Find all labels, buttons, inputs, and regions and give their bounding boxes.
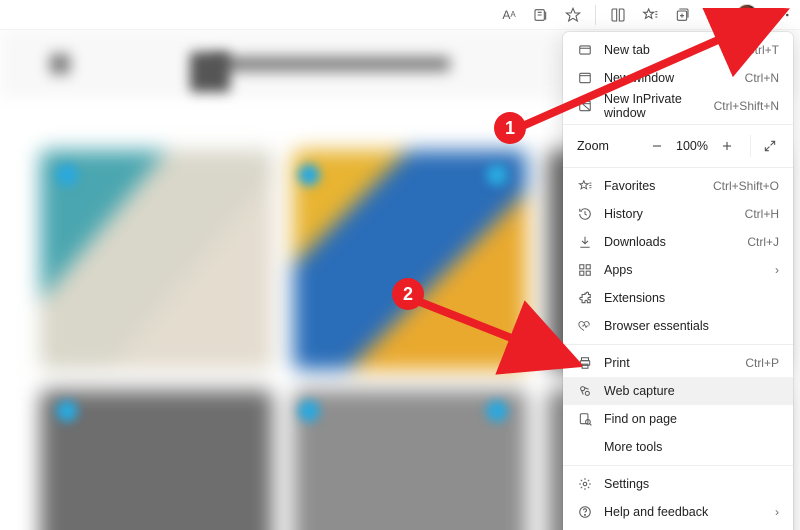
immersive-reader-icon[interactable] (531, 5, 551, 25)
menu-help-feedback[interactable]: Help and feedback › (563, 498, 793, 526)
menu-more-tools[interactable]: More tools (563, 433, 793, 461)
chevron-right-icon: › (775, 505, 779, 519)
menu-label: New InPrivate window (604, 92, 703, 120)
menu-shortcut: Ctrl+Shift+N (714, 99, 779, 113)
menu-history[interactable]: History Ctrl+H (563, 200, 793, 228)
reading-view-icon[interactable] (608, 5, 628, 25)
menu-favorites[interactable]: Favorites Ctrl+Shift+O (563, 172, 793, 200)
menu-shortcut: Ctrl+H (745, 207, 779, 221)
gear-icon (577, 476, 593, 492)
menu-shortcut: Ctrl+T (746, 43, 779, 57)
menu-label: Favorites (604, 179, 702, 193)
menu-separator (563, 344, 793, 345)
menu-extensions[interactable]: Extensions (563, 284, 793, 312)
favorite-star-icon[interactable] (563, 5, 583, 25)
zoom-value: 100% (674, 139, 710, 153)
tab-icon (577, 42, 593, 58)
apps-icon (577, 262, 593, 278)
edge-settings-menu: New tab Ctrl+T New window Ctrl+N New InP… (563, 32, 793, 530)
menu-downloads[interactable]: Downloads Ctrl+J (563, 228, 793, 256)
divider (750, 135, 751, 157)
menu-label: Apps (604, 263, 764, 277)
menu-label: Downloads (604, 235, 736, 249)
menu-zoom-row: Zoom 100% (563, 129, 793, 163)
capture-icon (577, 383, 593, 399)
menu-shortcut: Ctrl+Shift+O (713, 179, 779, 193)
menu-shortcut: Ctrl+N (745, 71, 779, 85)
chevron-right-icon: › (775, 263, 779, 277)
menu-label: Web capture (604, 384, 779, 398)
collections-icon[interactable] (672, 5, 692, 25)
menu-label: New window (604, 71, 734, 85)
menu-new-inprivate[interactable]: New InPrivate window Ctrl+Shift+N (563, 92, 793, 120)
inprivate-icon (577, 98, 593, 114)
performance-icon[interactable] (704, 5, 724, 25)
menu-label: Browser essentials (604, 319, 779, 333)
menu-new-tab[interactable]: New tab Ctrl+T (563, 36, 793, 64)
browser-toolbar: AA (0, 0, 800, 30)
clock-icon (577, 206, 593, 222)
favorites-list-icon[interactable] (640, 5, 660, 25)
zoom-in-button[interactable] (714, 133, 740, 159)
settings-and-more-button[interactable] (770, 3, 794, 27)
menu-label: Extensions (604, 291, 779, 305)
heartbeat-icon (577, 318, 593, 334)
menu-settings[interactable]: Settings (563, 470, 793, 498)
menu-label: Settings (604, 477, 779, 491)
zoom-out-button[interactable] (644, 133, 670, 159)
find-icon (577, 411, 593, 427)
menu-label: Print (604, 356, 734, 370)
menu-separator (563, 124, 793, 125)
menu-label: New tab (604, 43, 735, 57)
menu-separator (563, 465, 793, 466)
profile-avatar[interactable] (736, 4, 758, 26)
menu-label: More tools (604, 440, 779, 454)
download-icon (577, 234, 593, 250)
window-icon (577, 70, 593, 86)
menu-new-window[interactable]: New window Ctrl+N (563, 64, 793, 92)
zoom-label: Zoom (577, 139, 640, 153)
menu-apps[interactable]: Apps › (563, 256, 793, 284)
menu-find-on-page[interactable]: Find on page (563, 405, 793, 433)
toolbar-divider (595, 5, 596, 25)
help-icon (577, 504, 593, 520)
puzzle-icon (577, 290, 593, 306)
menu-browser-essentials[interactable]: Browser essentials (563, 312, 793, 340)
read-aloud-icon[interactable]: AA (499, 5, 519, 25)
printer-icon (577, 355, 593, 371)
fullscreen-button[interactable] (757, 133, 783, 159)
menu-label: History (604, 207, 734, 221)
menu-shortcut: Ctrl+P (745, 356, 779, 370)
menu-web-capture[interactable]: Web capture (563, 377, 793, 405)
menu-print[interactable]: Print Ctrl+P (563, 349, 793, 377)
favorites-icon (577, 178, 593, 194)
menu-separator (563, 167, 793, 168)
menu-shortcut: Ctrl+J (747, 235, 779, 249)
menu-label: Find on page (604, 412, 779, 426)
menu-label: Help and feedback (604, 505, 764, 519)
